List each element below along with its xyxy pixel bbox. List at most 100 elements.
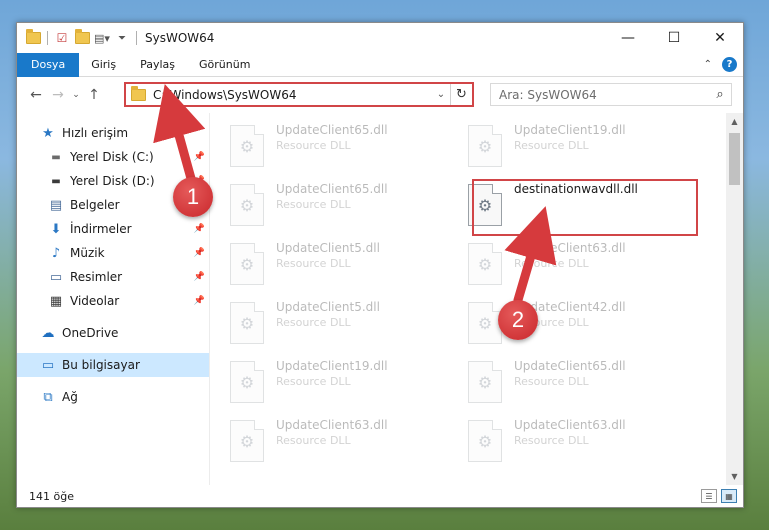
file-item[interactable]: ⚙ UpdateClient63.dll Resource DLL xyxy=(468,239,698,297)
dll-file-icon: ⚙ xyxy=(230,361,264,403)
dll-file-icon: ⚙ xyxy=(468,243,502,285)
divider xyxy=(136,31,137,45)
dll-file-icon: ⚙ xyxy=(230,125,264,167)
file-name: UpdateClient65.dll xyxy=(276,123,388,137)
sidebar-item-label: OneDrive xyxy=(62,326,119,340)
file-item[interactable]: ⚙ UpdateClient63.dll Resource DLL xyxy=(468,416,698,474)
sidebar-item-label: Belgeler xyxy=(70,198,120,212)
pictures-icon: ▭ xyxy=(49,269,63,285)
tab-view[interactable]: Görünüm xyxy=(187,53,262,77)
dll-file-icon: ⚙ xyxy=(468,125,502,167)
vertical-scrollbar[interactable]: ▲ ▼ xyxy=(726,113,743,485)
status-bar: 141 öğe ☰ ▦ xyxy=(17,485,743,507)
sidebar-item-quick-access[interactable]: ★ Hızlı erişim xyxy=(17,121,209,145)
large-icons-view-icon[interactable]: ▦ xyxy=(721,489,737,503)
sidebar-item-label: Bu bilgisayar xyxy=(62,358,140,372)
file-name: UpdateClient63.dll xyxy=(514,241,626,255)
close-button[interactable]: ✕ xyxy=(697,23,743,53)
minimize-button[interactable]: — xyxy=(605,23,651,53)
properties-icon[interactable]: ☑ xyxy=(54,30,70,46)
sidebar-item-this-pc[interactable]: ▭ Bu bilgisayar xyxy=(17,353,209,377)
maximize-button[interactable]: ☐ xyxy=(651,23,697,53)
file-type: Resource DLL xyxy=(276,198,351,211)
toolbar-dropdown-icon[interactable]: ⏷ xyxy=(114,30,130,46)
step-marker-1: 1 xyxy=(173,177,213,217)
dll-file-icon: ⚙ xyxy=(230,184,264,226)
details-view-icon[interactable]: ☰ xyxy=(701,489,717,503)
customize-toolbar-icon[interactable]: ▤▾ xyxy=(94,30,110,46)
dll-file-icon: ⚙ xyxy=(230,420,264,462)
search-box[interactable]: ⌕ xyxy=(490,83,732,106)
sidebar-item-network[interactable]: ⧉ Ağ xyxy=(17,385,209,409)
refresh-button[interactable]: ↻ xyxy=(450,84,472,105)
file-type: Resource DLL xyxy=(514,139,589,152)
window-controls: — ☐ ✕ xyxy=(605,23,743,53)
sidebar-item-pictures[interactable]: ▭ Resimler 📌 xyxy=(17,265,209,289)
search-input[interactable] xyxy=(499,87,709,102)
computer-icon: ▭ xyxy=(41,357,55,373)
sidebar-item-label: Resimler xyxy=(70,270,123,284)
search-icon[interactable]: ⌕ xyxy=(709,87,731,102)
pin-icon: 📌 xyxy=(193,224,205,234)
recent-locations-button[interactable]: ⌄ xyxy=(69,84,83,106)
title-bar: ☑ ▤▾ ⏷ SysWOW64 — ☐ ✕ xyxy=(17,23,743,53)
collapse-ribbon-icon[interactable]: ⌃ xyxy=(704,59,712,70)
folder-icon xyxy=(131,85,146,101)
sidebar-item-label: Ağ xyxy=(62,390,78,404)
file-item[interactable]: ⚙ UpdateClient5.dll Resource DLL xyxy=(230,239,460,297)
dll-file-icon: ⚙ xyxy=(230,302,264,344)
file-name: UpdateClient5.dll xyxy=(276,241,380,255)
divider xyxy=(17,345,209,353)
sidebar-item-onedrive[interactable]: ☁ OneDrive xyxy=(17,321,209,345)
pin-icon: 📌 xyxy=(193,272,205,282)
scroll-thumb[interactable] xyxy=(729,133,740,185)
star-icon: ★ xyxy=(42,125,54,141)
item-count: 141 öğe xyxy=(29,489,74,503)
new-folder-icon[interactable] xyxy=(74,29,90,46)
sidebar-item-downloads[interactable]: ⬇ İndirmeler 📌 xyxy=(17,217,209,241)
file-type: Resource DLL xyxy=(514,375,589,388)
navigation-pane: ★ Hızlı erişim ▬ Yerel Disk (C:) 📌 ▬ Yer… xyxy=(17,113,210,485)
file-name: UpdateClient63.dll xyxy=(276,418,388,432)
file-item[interactable]: ⚙ UpdateClient65.dll Resource DLL xyxy=(230,121,460,179)
forward-button[interactable]: → xyxy=(47,84,69,106)
sidebar-item-local-disk-c[interactable]: ▬ Yerel Disk (C:) 📌 xyxy=(17,145,209,169)
up-button[interactable]: ↑ xyxy=(83,84,105,106)
dll-file-icon: ⚙ xyxy=(468,361,502,403)
back-button[interactable]: ← xyxy=(25,84,47,106)
file-item[interactable]: ⚙ UpdateClient19.dll Resource DLL xyxy=(468,121,698,179)
sidebar-item-label: İndirmeler xyxy=(70,222,132,236)
folder-icon xyxy=(25,29,41,46)
scroll-down-icon[interactable]: ▼ xyxy=(726,468,743,485)
dll-file-icon: ⚙ xyxy=(230,243,264,285)
divider xyxy=(47,31,48,45)
divider xyxy=(17,377,209,385)
tab-share[interactable]: Paylaş xyxy=(128,53,187,77)
scroll-up-icon[interactable]: ▲ xyxy=(726,113,743,130)
help-icon[interactable]: ? xyxy=(722,57,737,72)
file-name: UpdateClient19.dll xyxy=(514,123,626,137)
file-type: Resource DLL xyxy=(514,257,589,270)
file-name: UpdateClient19.dll xyxy=(276,359,388,373)
file-item[interactable]: ⚙ UpdateClient65.dll Resource DLL xyxy=(468,357,698,415)
window-title: SysWOW64 xyxy=(145,31,215,45)
quick-access-toolbar: ☑ ▤▾ ⏷ xyxy=(17,29,139,46)
file-type: Resource DLL xyxy=(514,434,589,447)
file-type: Resource DLL xyxy=(276,434,351,447)
sidebar-item-videos[interactable]: ▦ Videolar 📌 xyxy=(17,289,209,313)
file-item[interactable]: ⚙ UpdateClient65.dll Resource DLL xyxy=(230,180,460,238)
download-icon: ⬇ xyxy=(50,221,62,237)
file-item[interactable]: ⚙ UpdateClient5.dll Resource DLL xyxy=(230,298,460,356)
tab-home[interactable]: Giriş xyxy=(79,53,128,77)
sidebar-item-label: Yerel Disk (C:) xyxy=(70,150,154,164)
address-bar[interactable]: C:\Windows\SysWOW64 ⌄ ↻ xyxy=(124,82,474,107)
file-item[interactable]: ⚙ UpdateClient63.dll Resource DLL xyxy=(230,416,460,474)
address-path[interactable]: C:\Windows\SysWOW64 xyxy=(153,88,432,102)
drive-icon: ▬ xyxy=(51,175,61,187)
file-item[interactable]: ⚙ UpdateClient19.dll Resource DLL xyxy=(230,357,460,415)
music-icon: ♪ xyxy=(51,245,61,261)
file-name: UpdateClient5.dll xyxy=(276,300,380,314)
tab-file[interactable]: Dosya xyxy=(17,52,80,77)
address-history-icon[interactable]: ⌄ xyxy=(432,89,450,100)
sidebar-item-music[interactable]: ♪ Müzik 📌 xyxy=(17,241,209,265)
